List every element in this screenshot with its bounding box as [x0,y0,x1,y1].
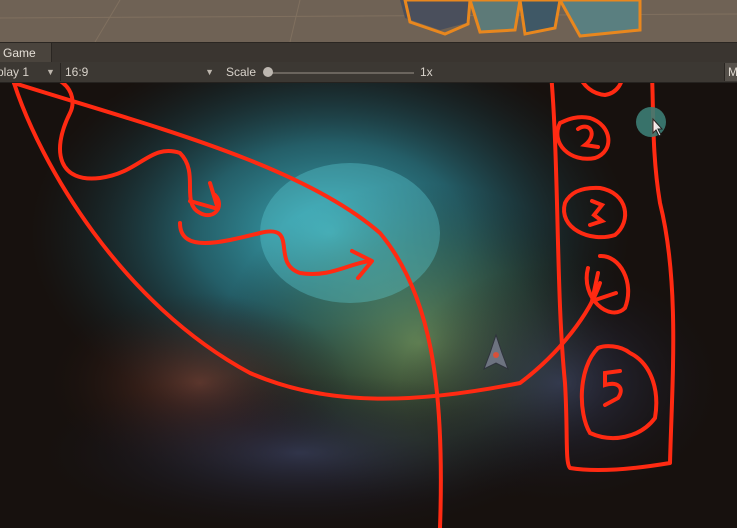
tab-bar: Game [0,42,737,63]
chevron-down-icon: ▼ [46,67,55,77]
display-dropdown[interactable]: play 1 ▼ [0,62,58,82]
game-viewport[interactable] [0,83,737,528]
tab-game[interactable]: Game [0,43,52,63]
scale-slider-track[interactable] [266,72,414,74]
mouse-pointer-icon [636,107,666,137]
scale-slider-thumb[interactable] [263,67,273,77]
tab-game-label: Game [3,46,36,60]
aspect-ratio-dropdown[interactable]: 16:9 ▼ [60,63,218,81]
scale-value: 1x [420,65,433,79]
maximize-toggle-label: M [728,65,737,79]
aspect-ratio-label: 16:9 [65,65,89,79]
game-toolbar: play 1 ▼ 16:9 ▼ Scale 1x M [0,62,737,83]
scale-label: Scale [226,65,257,79]
chevron-down-icon: ▼ [205,67,214,77]
maximize-toggle-button[interactable]: M [724,63,737,81]
display-dropdown-label: play 1 [0,65,30,79]
scene-view-strip [0,0,737,42]
